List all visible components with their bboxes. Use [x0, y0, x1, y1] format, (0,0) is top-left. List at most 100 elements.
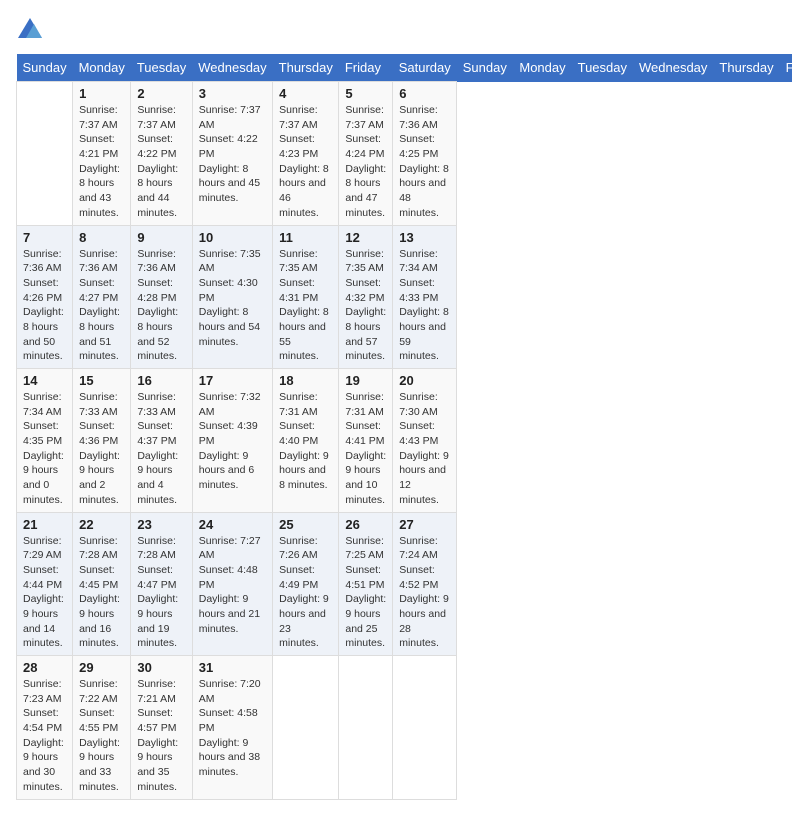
day-info: Sunrise: 7:33 AM Sunset: 4:36 PM Dayligh… [79, 390, 124, 508]
header-day-sunday: Sunday [457, 54, 514, 82]
calendar-cell: 26Sunrise: 7:25 AM Sunset: 4:51 PM Dayli… [339, 512, 393, 656]
day-info: Sunrise: 7:36 AM Sunset: 4:28 PM Dayligh… [137, 247, 185, 365]
day-number: 17 [199, 373, 266, 388]
day-number: 6 [399, 86, 450, 101]
day-number: 19 [345, 373, 386, 388]
day-number: 4 [279, 86, 332, 101]
header-day-wednesday: Wednesday [192, 54, 272, 82]
calendar-cell: 8 Sunrise: 7:36 AM Sunset: 4:27 PM Daylig… [73, 225, 131, 369]
header-day-wednesday: Wednesday [633, 54, 713, 82]
day-info: Sunrise: 7:36 AM Sunset: 4:27 PM Dayligh… [79, 247, 124, 365]
day-number: 24 [199, 517, 266, 532]
page-header [16, 16, 776, 44]
header-day-tuesday: Tuesday [131, 54, 192, 82]
day-info: Sunrise: 7:27 AM Sunset: 4:48 PM Dayligh… [199, 534, 266, 637]
day-number: 29 [79, 660, 124, 675]
day-number: 14 [23, 373, 66, 388]
day-number: 21 [23, 517, 66, 532]
day-number: 11 [279, 230, 332, 245]
day-number: 1 [79, 86, 124, 101]
header-day-monday: Monday [513, 54, 571, 82]
calendar-cell: 19 Sunrise: 7:31 AM Sunset: 4:41 PM Dayli… [339, 369, 393, 513]
day-number: 25 [279, 517, 332, 532]
calendar-week-1: 1Sunrise: 7:37 AM Sunset: 4:21 PM Daylig… [17, 82, 792, 226]
day-info: Sunrise: 7:37 AM Sunset: 4:22 PM Dayligh… [137, 103, 185, 221]
calendar-cell: 31 Sunrise: 7:20 AM Sunset: 4:58 PM Dayli… [192, 656, 272, 800]
calendar-cell: 16Sunrise: 7:33 AM Sunset: 4:37 PM Dayli… [131, 369, 192, 513]
calendar-cell: 10Sunrise: 7:35 AM Sunset: 4:30 PM Dayli… [192, 225, 272, 369]
calendar-cell: 4Sunrise: 7:37 AM Sunset: 4:23 PM Daylig… [273, 82, 339, 226]
day-number: 13 [399, 230, 450, 245]
calendar-cell: 6 Sunrise: 7:36 AM Sunset: 4:25 PM Daylig… [393, 82, 457, 226]
calendar-cell: 13 Sunrise: 7:34 AM Sunset: 4:33 PM Dayli… [393, 225, 457, 369]
day-info: Sunrise: 7:20 AM Sunset: 4:58 PM Dayligh… [199, 677, 266, 780]
day-info: Sunrise: 7:30 AM Sunset: 4:43 PM Dayligh… [399, 390, 450, 508]
day-info: Sunrise: 7:32 AM Sunset: 4:39 PM Dayligh… [199, 390, 266, 493]
calendar-cell: 17 Sunrise: 7:32 AM Sunset: 4:39 PM Dayli… [192, 369, 272, 513]
calendar-cell: 21 Sunrise: 7:29 AM Sunset: 4:44 PM Dayli… [17, 512, 73, 656]
header-day-tuesday: Tuesday [572, 54, 633, 82]
header-day-thursday: Thursday [713, 54, 779, 82]
calendar-cell: 24 Sunrise: 7:27 AM Sunset: 4:48 PM Dayli… [192, 512, 272, 656]
day-info: Sunrise: 7:34 AM Sunset: 4:35 PM Dayligh… [23, 390, 66, 508]
day-info: Sunrise: 7:31 AM Sunset: 4:40 PM Dayligh… [279, 390, 332, 493]
calendar-cell: 7Sunrise: 7:36 AM Sunset: 4:26 PM Daylig… [17, 225, 73, 369]
calendar-cell: 14 Sunrise: 7:34 AM Sunset: 4:35 PM Dayli… [17, 369, 73, 513]
calendar-cell [393, 656, 457, 800]
day-number: 3 [199, 86, 266, 101]
calendar-cell: 11 Sunrise: 7:35 AM Sunset: 4:31 PM Dayli… [273, 225, 339, 369]
day-number: 27 [399, 517, 450, 532]
header-day-sunday: Sunday [17, 54, 73, 82]
calendar-cell [339, 656, 393, 800]
calendar-week-3: 14 Sunrise: 7:34 AM Sunset: 4:35 PM Dayli… [17, 369, 792, 513]
calendar-header-row: SundayMondayTuesdayWednesdayThursdayFrid… [17, 54, 792, 82]
day-number: 8 [79, 230, 124, 245]
day-number: 23 [137, 517, 185, 532]
calendar-week-2: 7Sunrise: 7:36 AM Sunset: 4:26 PM Daylig… [17, 225, 792, 369]
calendar-cell: 27Sunrise: 7:24 AM Sunset: 4:52 PM Dayli… [393, 512, 457, 656]
calendar-cell: 20 Sunrise: 7:30 AM Sunset: 4:43 PM Dayli… [393, 369, 457, 513]
calendar-week-5: 28 Sunrise: 7:23 AM Sunset: 4:54 PM Dayli… [17, 656, 792, 800]
day-info: Sunrise: 7:34 AM Sunset: 4:33 PM Dayligh… [399, 247, 450, 365]
calendar-cell [17, 82, 73, 226]
day-info: Sunrise: 7:35 AM Sunset: 4:31 PM Dayligh… [279, 247, 332, 365]
calendar-week-4: 21 Sunrise: 7:29 AM Sunset: 4:44 PM Dayli… [17, 512, 792, 656]
header-day-friday: Friday [339, 54, 393, 82]
day-info: Sunrise: 7:22 AM Sunset: 4:55 PM Dayligh… [79, 677, 124, 795]
header-day-saturday: Saturday [393, 54, 457, 82]
day-info: Sunrise: 7:36 AM Sunset: 4:26 PM Dayligh… [23, 247, 66, 365]
calendar-table: SundayMondayTuesdayWednesdayThursdayFrid… [16, 54, 792, 800]
calendar-cell: 3 Sunrise: 7:37 AM Sunset: 4:22 PM Daylig… [192, 82, 272, 226]
day-number: 16 [137, 373, 185, 388]
calendar-cell: 1Sunrise: 7:37 AM Sunset: 4:21 PM Daylig… [73, 82, 131, 226]
day-info: Sunrise: 7:35 AM Sunset: 4:32 PM Dayligh… [345, 247, 386, 365]
calendar-cell: 29 Sunrise: 7:22 AM Sunset: 4:55 PM Dayli… [73, 656, 131, 800]
day-info: Sunrise: 7:37 AM Sunset: 4:22 PM Dayligh… [199, 103, 266, 206]
day-info: Sunrise: 7:31 AM Sunset: 4:41 PM Dayligh… [345, 390, 386, 508]
day-number: 10 [199, 230, 266, 245]
calendar-cell: 22Sunrise: 7:28 AM Sunset: 4:45 PM Dayli… [73, 512, 131, 656]
day-info: Sunrise: 7:26 AM Sunset: 4:49 PM Dayligh… [279, 534, 332, 652]
day-number: 31 [199, 660, 266, 675]
calendar-cell: 23 Sunrise: 7:28 AM Sunset: 4:47 PM Dayli… [131, 512, 192, 656]
calendar-cell: 18 Sunrise: 7:31 AM Sunset: 4:40 PM Dayli… [273, 369, 339, 513]
day-number: 9 [137, 230, 185, 245]
calendar-cell [273, 656, 339, 800]
day-number: 2 [137, 86, 185, 101]
day-info: Sunrise: 7:23 AM Sunset: 4:54 PM Dayligh… [23, 677, 66, 795]
calendar-cell: 9 Sunrise: 7:36 AM Sunset: 4:28 PM Daylig… [131, 225, 192, 369]
day-info: Sunrise: 7:21 AM Sunset: 4:57 PM Dayligh… [137, 677, 185, 795]
day-info: Sunrise: 7:25 AM Sunset: 4:51 PM Dayligh… [345, 534, 386, 652]
day-info: Sunrise: 7:28 AM Sunset: 4:47 PM Dayligh… [137, 534, 185, 652]
day-number: 18 [279, 373, 332, 388]
calendar-cell: 2 Sunrise: 7:37 AM Sunset: 4:22 PM Daylig… [131, 82, 192, 226]
calendar-cell: 5Sunrise: 7:37 AM Sunset: 4:24 PM Daylig… [339, 82, 393, 226]
day-info: Sunrise: 7:37 AM Sunset: 4:24 PM Dayligh… [345, 103, 386, 221]
day-info: Sunrise: 7:36 AM Sunset: 4:25 PM Dayligh… [399, 103, 450, 221]
day-info: Sunrise: 7:28 AM Sunset: 4:45 PM Dayligh… [79, 534, 124, 652]
day-info: Sunrise: 7:29 AM Sunset: 4:44 PM Dayligh… [23, 534, 66, 652]
day-number: 30 [137, 660, 185, 675]
header-day-thursday: Thursday [273, 54, 339, 82]
day-number: 28 [23, 660, 66, 675]
day-number: 20 [399, 373, 450, 388]
